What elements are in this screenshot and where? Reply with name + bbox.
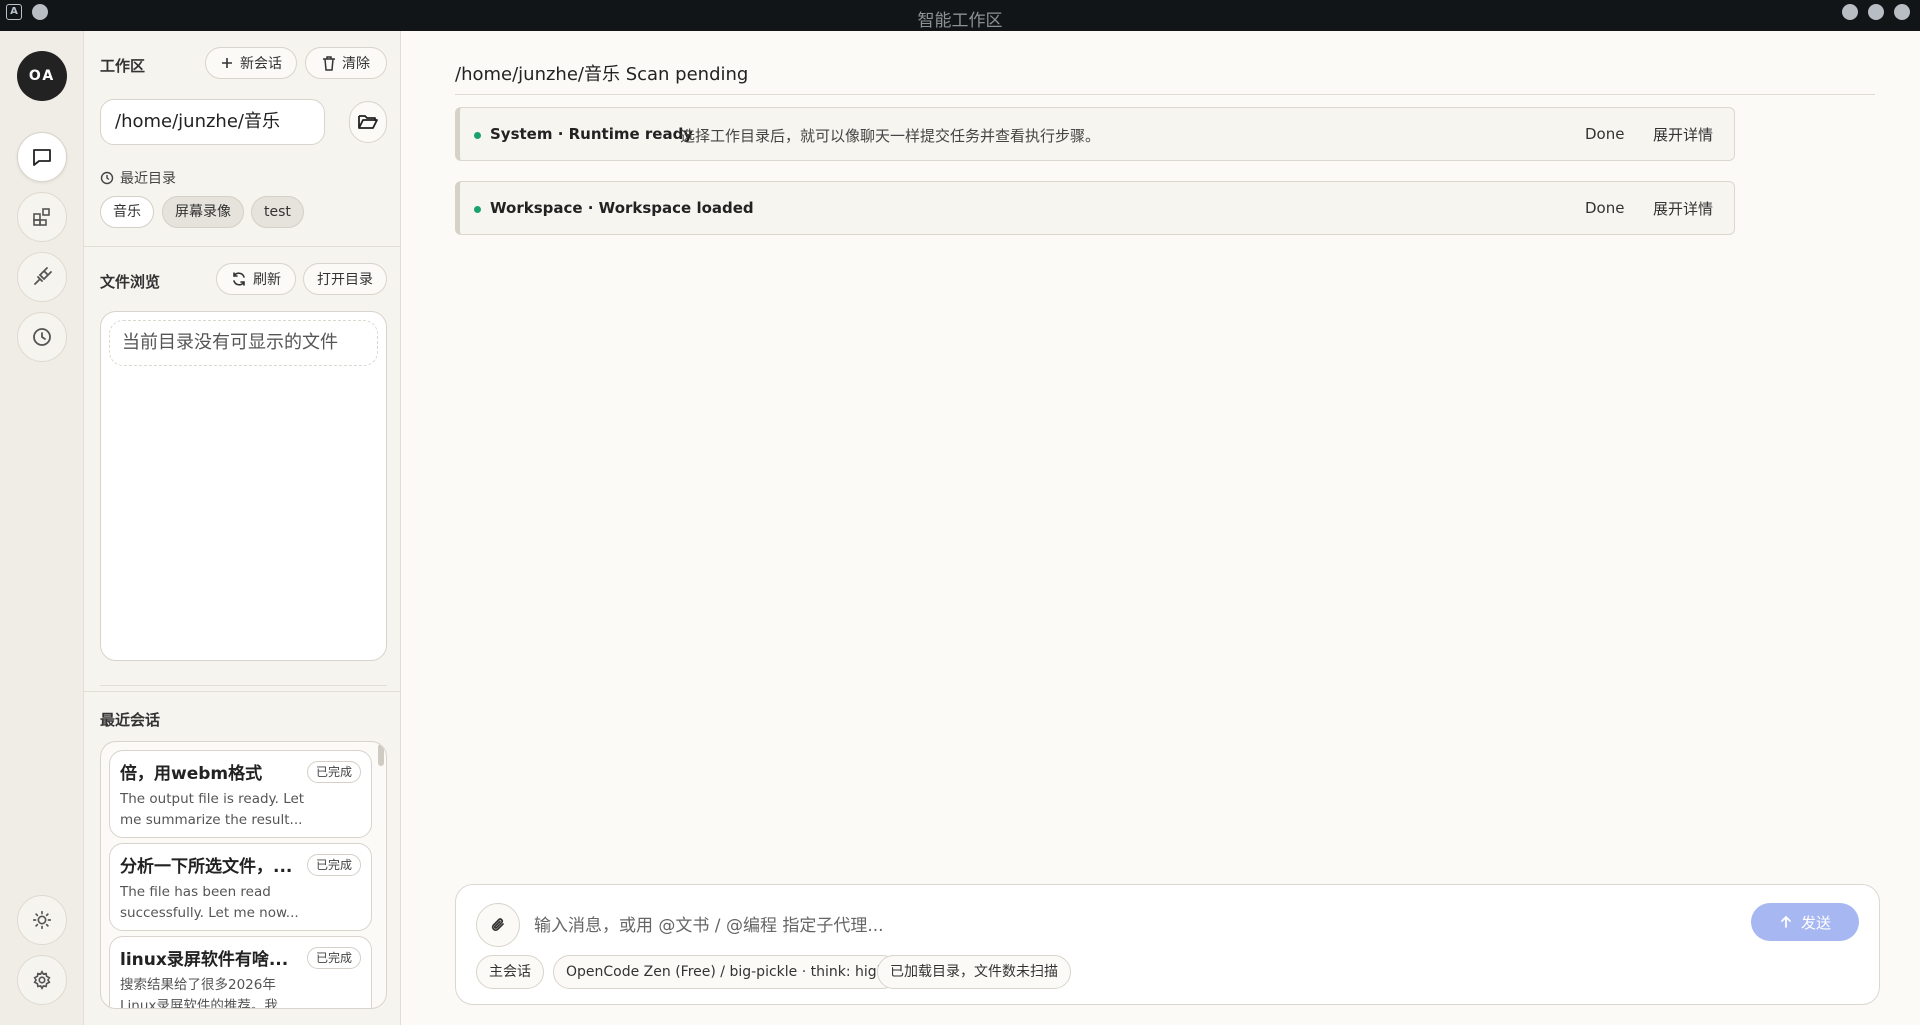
arrow-up-icon [1781, 915, 1791, 928]
rail-widgets-button[interactable] [17, 192, 67, 242]
settings-icon [33, 970, 51, 990]
divider [84, 691, 401, 692]
card-text: 选择工作目录后，就可以像聊天一样提交任务并查看执行步骤。 [680, 127, 1101, 145]
expand-details-button[interactable]: 展开详情 [1653, 124, 1713, 145]
history-icon [33, 328, 51, 346]
attach-button[interactable] [476, 903, 520, 947]
divider [84, 246, 401, 247]
window-titlebar: A 智能工作区 [0, 0, 1920, 31]
status-dot [474, 206, 481, 213]
refresh-icon [233, 272, 245, 286]
file-browser-empty-text: 当前目录没有可显示的文件 [109, 320, 378, 366]
session-chip[interactable]: 主会话 [476, 955, 544, 989]
new-session-label: 新会话 [240, 56, 282, 72]
folder-open-icon [358, 115, 378, 129]
session-title: 倍，用webm格式 [120, 764, 263, 784]
file-browser-label: 文件浏览 [100, 273, 161, 291]
recent-dir-chip[interactable]: test [251, 196, 304, 228]
card-status: Done [1585, 125, 1625, 143]
recent-sessions-list[interactable]: 倍，用webm格式 已完成 The output file is ready. … [100, 741, 387, 1009]
session-item[interactable]: 分析一下所选文件，... 已完成 The file has been read … [109, 843, 372, 931]
open-dir-label: 打开目录 [317, 272, 373, 288]
session-status-badge: 已完成 [306, 761, 361, 783]
scrollbar-thumb[interactable] [378, 744, 384, 766]
window-close-button[interactable] [1894, 4, 1910, 20]
refresh-button[interactable]: 刷新 [216, 263, 296, 295]
message-input[interactable] [534, 911, 1634, 941]
session-preview: 搜索结果给了很多2026年 Linux录屏软件的推荐。我 [120, 977, 278, 1009]
scan-status-chip[interactable]: 已加载目录，文件数未扫描 [877, 955, 1071, 989]
window-title: 智能工作区 [917, 11, 1003, 31]
plus-icon [222, 58, 232, 68]
session-title: linux录屏软件有啥... [120, 950, 289, 970]
expand-details-button[interactable]: 展开详情 [1653, 198, 1713, 219]
chat-icon [33, 149, 51, 166]
clear-label: 清除 [342, 56, 370, 72]
page-title: /home/junzhe/音乐 Scan pending [455, 64, 749, 85]
avatar[interactable]: OA [17, 51, 67, 101]
theme-icon [32, 910, 52, 930]
card-title: System · Runtime ready [490, 125, 694, 143]
window-maximize-button[interactable] [1868, 4, 1884, 20]
clear-button[interactable]: 清除 [305, 47, 387, 79]
divider [455, 94, 1875, 95]
session-preview: The output file is ready. Let me summari… [120, 791, 305, 828]
window-minimize-button[interactable] [1842, 4, 1858, 20]
rail-plugins-button[interactable] [17, 252, 67, 302]
card-title: Workspace · Workspace loaded [490, 199, 754, 217]
session-status-badge: 已完成 [306, 854, 361, 876]
divider [100, 685, 387, 686]
new-session-button[interactable]: 新会话 [205, 47, 297, 79]
file-browser-list[interactable]: 当前目录没有可显示的文件 [100, 311, 387, 661]
model-chip[interactable]: OpenCode Zen (Free) / big-pickle · think… [553, 955, 899, 989]
recent-dirs-heading: 最近目录 [100, 168, 176, 188]
trash-icon [323, 55, 335, 71]
settings-button[interactable] [17, 955, 67, 1005]
rail-history-button[interactable] [17, 312, 67, 362]
status-card: System · Runtime ready 选择工作目录后，就可以像聊天一样提… [455, 107, 1735, 161]
recent-dir-chip[interactable]: 音乐 [100, 196, 154, 228]
clock-icon [100, 171, 114, 185]
send-label: 发送 [1800, 914, 1831, 932]
recent-sessions-label: 最近会话 [100, 711, 161, 729]
theme-toggle-button[interactable] [17, 895, 67, 945]
status-dot [474, 132, 481, 139]
widgets-icon [33, 208, 50, 226]
paperclip-icon [491, 918, 504, 931]
session-preview: The file has been read successfully. Let… [120, 884, 299, 921]
session-item[interactable]: 倍，用webm格式 已完成 The output file is ready. … [109, 750, 372, 838]
status-card: Workspace · Workspace loaded Done 展开详情 [455, 181, 1735, 235]
workspace-path-input[interactable]: /home/junzhe/音乐 [100, 99, 325, 145]
session-item[interactable]: linux录屏软件有啥... 已完成 搜索结果给了很多2026年 Linux录屏… [109, 936, 372, 1009]
recent-dir-chip[interactable]: 屏幕录像 [162, 196, 244, 228]
side-panel: 工作区 新会话 清除 /home/junzhe/音乐 最近目录 音乐 屏幕录像 … [84, 31, 401, 1025]
plugin-icon [34, 267, 52, 285]
icon-rail: OA [0, 31, 84, 1025]
choose-folder-button[interactable] [349, 101, 387, 143]
recent-dirs-label: 最近目录 [120, 171, 176, 187]
session-status-badge: 已完成 [306, 947, 361, 969]
send-button[interactable]: 发送 [1751, 903, 1859, 941]
workspace-label: 工作区 [100, 57, 146, 75]
session-title: 分析一下所选文件，... [120, 857, 293, 877]
rail-chat-button[interactable] [17, 132, 67, 182]
message-composer: 发送 主会话 OpenCode Zen (Free) / big-pickle … [455, 884, 1880, 1005]
refresh-label: 刷新 [253, 272, 281, 288]
open-dir-button[interactable]: 打开目录 [303, 263, 387, 295]
card-status: Done [1585, 199, 1625, 217]
